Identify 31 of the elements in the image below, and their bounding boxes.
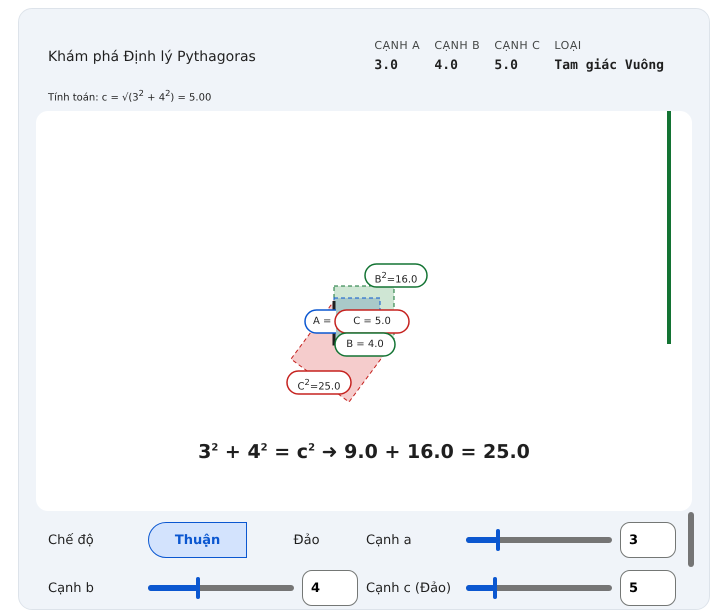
- stat-label: CẠNH A: [374, 39, 422, 52]
- side-label: A =: [304, 309, 337, 334]
- number-field[interactable]: 4: [302, 570, 358, 606]
- side-label: B = 4.0: [334, 332, 396, 357]
- slider[interactable]: [466, 529, 612, 551]
- side-label: B$^{2}$=16.0: [364, 263, 428, 288]
- stat-value: 5.0: [494, 58, 519, 73]
- scrollbar[interactable]: [688, 512, 694, 567]
- slider-label: Cạnh a: [366, 532, 413, 548]
- mode-option[interactable]: Thuận: [148, 522, 248, 558]
- stat-label: LOẠI: [554, 39, 583, 52]
- slider[interactable]: [148, 577, 294, 599]
- calculation-text: Tính toán: c = √(3$^{2}$ + 4$^{2}$) = 5.00: [48, 88, 212, 103]
- number-field[interactable]: 5: [620, 570, 676, 606]
- equation: 3$^{2}$ + 4$^{2}$ = c$^{2}$ ➜ 9.0 + 16.0 = 25.0: [198, 441, 530, 463]
- stat-value: 3.0: [374, 58, 399, 73]
- stat-label: CẠNH B: [434, 39, 482, 52]
- slider[interactable]: [466, 577, 612, 599]
- stat-value: 4.0: [434, 58, 459, 73]
- mode-label: Chế độ: [48, 532, 95, 548]
- slider-thumb[interactable]: [196, 577, 200, 599]
- slider-label: Cạnh b: [48, 580, 95, 596]
- stat-value: Tam giác Vuông: [554, 58, 664, 73]
- stat-label: CẠNH C: [494, 39, 542, 52]
- number-field[interactable]: 3: [620, 522, 676, 558]
- slider-label: Cạnh c (Đảo): [366, 580, 452, 596]
- app-title: Khám phá Định lý Pythagoras: [48, 49, 256, 65]
- slider-thumb[interactable]: [493, 577, 498, 599]
- slider-thumb[interactable]: [496, 529, 500, 551]
- side-label: C$^{2}$=25.0: [286, 370, 352, 395]
- mode-option[interactable]: Đảo: [257, 522, 356, 558]
